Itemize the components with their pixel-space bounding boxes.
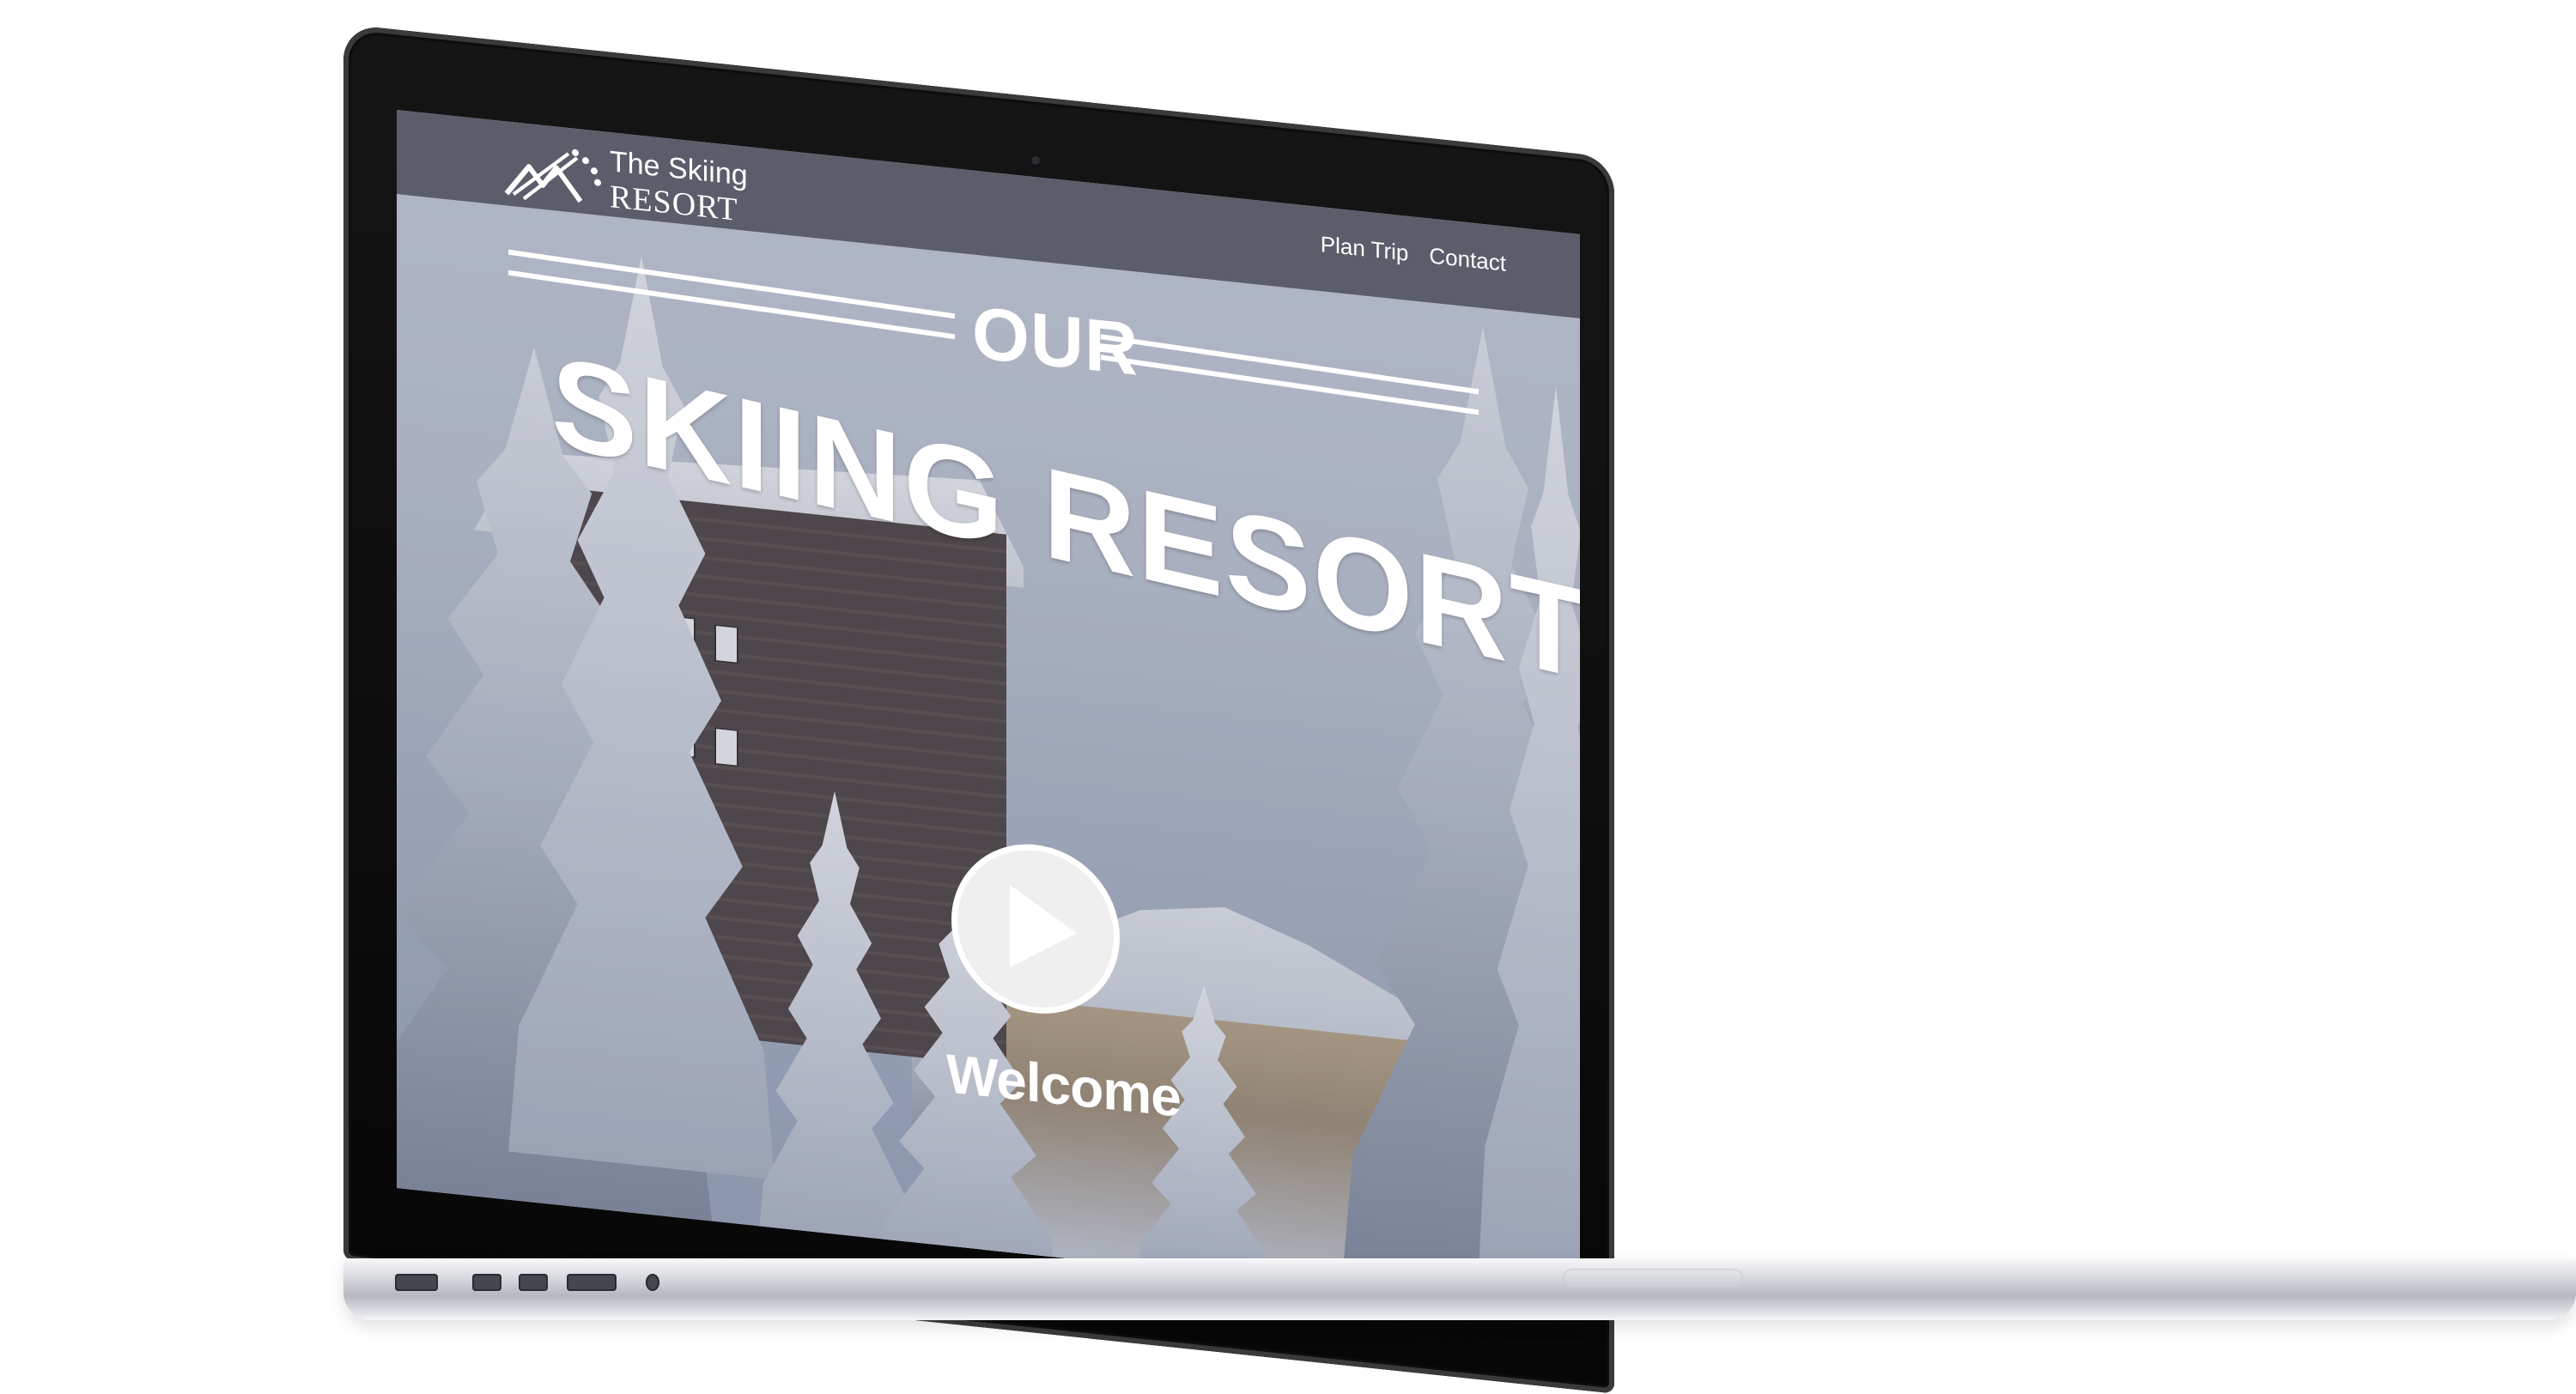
ski-mountain-logo-icon bbox=[504, 148, 601, 203]
camera-icon bbox=[1031, 156, 1040, 165]
thunderbolt-port-icon bbox=[519, 1274, 548, 1291]
nav-contact[interactable]: Contact bbox=[1429, 242, 1506, 276]
laptop-base bbox=[343, 1258, 2576, 1320]
magsafe-port-icon bbox=[395, 1274, 438, 1291]
laptop-notch bbox=[1563, 1269, 1743, 1288]
headphone-jack-icon bbox=[646, 1274, 659, 1291]
main-nav: Plan Trip Contact bbox=[1321, 231, 1506, 277]
play-icon bbox=[1010, 885, 1077, 975]
nav-plan-trip[interactable]: Plan Trip bbox=[1321, 231, 1409, 267]
hero-subtitle: OUR bbox=[972, 291, 1139, 391]
brand-wordmark[interactable]: The Skiing RESORT bbox=[610, 144, 748, 229]
usb-port-icon bbox=[567, 1274, 617, 1291]
thunderbolt-port-icon bbox=[472, 1274, 501, 1291]
website-screen: The Skiing RESORT Plan Trip Contact OUR … bbox=[397, 110, 1580, 1312]
